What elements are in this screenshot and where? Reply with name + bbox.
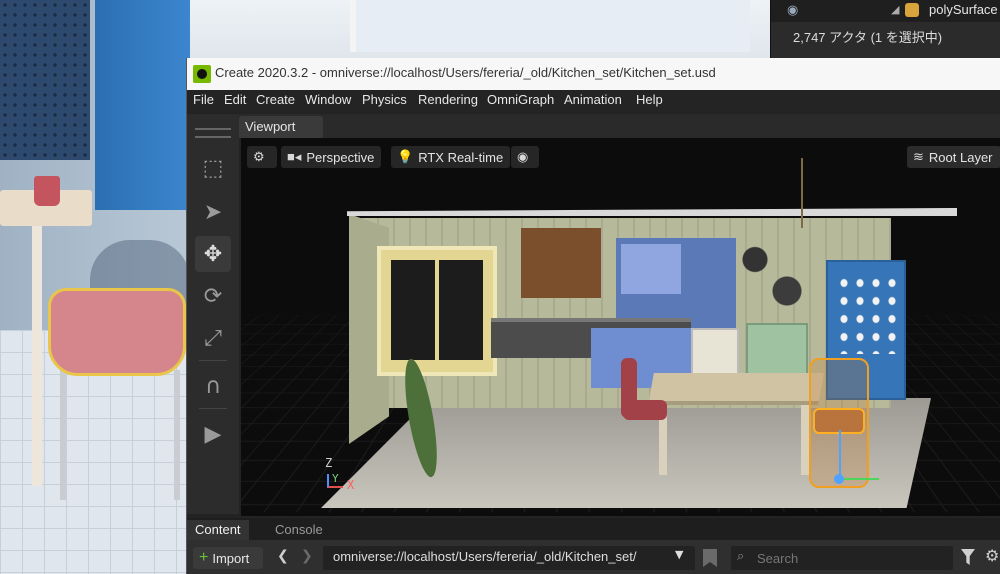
camera-icon: ■◂	[287, 149, 302, 164]
import-label: Import	[212, 550, 250, 566]
snap-magnet-icon[interactable]: ∩	[195, 368, 231, 404]
stage-panel: ◉ ◢ polySurface 2,747 アクタ (1 を選択中)	[770, 0, 1000, 58]
rotate-icon[interactable]: ⟳	[195, 278, 231, 314]
background-window	[350, 0, 750, 52]
import-button[interactable]: + Import	[193, 547, 263, 569]
viewport[interactable]: ⚙ ■◂ Perspective 💡 RTX Real-time ◉ ≋ Roo…	[241, 138, 1000, 516]
toolbar-divider	[199, 360, 227, 361]
kitchen-scene[interactable]	[291, 158, 957, 508]
search-icon: ⌕	[737, 549, 745, 564]
scale-icon[interactable]: ⤢	[195, 320, 231, 356]
forward-arrow-icon[interactable]: ❯	[301, 548, 313, 564]
content-tab-strip: Content Console	[187, 518, 1000, 540]
axis-x-label: X	[347, 478, 355, 492]
background-chair-seat-selected[interactable]	[48, 288, 186, 376]
play-icon[interactable]: ▶	[195, 416, 231, 452]
gear-icon: ⚙	[253, 149, 265, 164]
search-input[interactable]	[757, 548, 947, 568]
nvidia-logo-icon	[193, 65, 211, 83]
background-mug	[34, 176, 60, 206]
kitchen-window	[391, 260, 483, 360]
menu-bar: File Edit Create Window Physics Renderin…	[187, 90, 1000, 112]
move-icon[interactable]: ✥	[195, 236, 231, 272]
kitchen-antenna	[801, 158, 803, 228]
kitchen-curtain	[621, 244, 681, 294]
kitchen-cabinet	[521, 228, 601, 298]
select-box-icon[interactable]: ⬚	[195, 150, 231, 186]
camera-button[interactable]: ■◂ Perspective	[281, 146, 382, 168]
search-field[interactable]: ⌕	[731, 546, 953, 570]
path-value: omniverse://localhost/Users/fereria/_old…	[333, 549, 637, 564]
menu-window[interactable]: Window	[305, 92, 351, 107]
layers-icon: ≋	[913, 149, 924, 164]
background-fridge	[95, 0, 190, 210]
select-arrow-icon[interactable]: ➤	[195, 194, 231, 230]
axis-y-label: Y	[332, 472, 339, 485]
menu-omnigraph[interactable]: OmniGraph	[487, 92, 554, 107]
menu-rendering[interactable]: Rendering	[418, 92, 478, 107]
kitchen-table	[648, 373, 824, 405]
lightbulb-icon: 💡	[397, 149, 414, 164]
toolbar-grip[interactable]	[195, 128, 231, 138]
content-toolbar: + Import ❮ ❯ omniverse://localhost/Users…	[187, 540, 1000, 574]
renderer-label: RTX Real-time	[418, 149, 504, 165]
axis-z-label: Z	[325, 456, 333, 470]
menu-create[interactable]: Create	[256, 92, 295, 107]
bookmark-icon[interactable]	[703, 549, 717, 567]
window-title: Create 2020.3.2 - omniverse://localhost/…	[215, 65, 716, 80]
toolbar-divider	[199, 408, 227, 409]
menu-edit[interactable]: Edit	[224, 92, 246, 107]
stage-row[interactable]: ◉ ◢ polySurface	[771, 0, 1000, 22]
plus-icon: +	[199, 549, 209, 566]
background-table-leg	[32, 226, 42, 486]
viewport-tab-strip: Viewport	[239, 114, 1000, 138]
table-leg	[801, 405, 809, 475]
background-chair-frame	[60, 370, 180, 500]
root-layer-button[interactable]: ≋ Root Layer	[907, 146, 1000, 168]
tool-bar: ⬚ ➤ ✥ ⟳ ⤢ ∩ ▶	[187, 114, 239, 514]
gizmo-y-axis[interactable]	[839, 430, 841, 480]
expand-arrow-icon[interactable]: ◢	[891, 3, 899, 16]
back-arrow-icon[interactable]: ❮	[277, 548, 289, 564]
fridge-notes	[836, 274, 896, 354]
kitchen-pans	[731, 228, 811, 318]
tab-console[interactable]: Console	[267, 520, 331, 540]
gear-icon[interactable]: ⚙	[985, 546, 999, 565]
root-layer-label: Root Layer	[928, 149, 993, 165]
omniverse-create-window: Create 2020.3.2 - omniverse://localhost/…	[186, 58, 1000, 574]
mesh-icon	[905, 3, 919, 17]
background-pegboard	[0, 0, 90, 160]
viewport-settings-button[interactable]: ⚙	[247, 146, 277, 168]
chevron-down-icon[interactable]: ▼	[675, 548, 683, 561]
screen: { "background_window": { "stage": { "ite…	[0, 0, 1000, 574]
tab-viewport-label: Viewport	[245, 119, 296, 134]
menu-file[interactable]: File	[193, 92, 214, 107]
visibility-eye-icon[interactable]: ◉	[787, 3, 798, 18]
gizmo-x-axis[interactable]	[839, 478, 879, 480]
gizmo-center[interactable]	[834, 474, 844, 484]
stage-item-name[interactable]: polySurface	[929, 2, 998, 17]
renderer-button[interactable]: 💡 RTX Real-time	[391, 146, 511, 168]
tab-viewport[interactable]: Viewport	[239, 116, 323, 138]
stage-actor-count: 2,747 アクタ (1 を選択中)	[793, 30, 943, 45]
eye-icon: ◉	[517, 149, 529, 164]
title-bar[interactable]: Create 2020.3.2 - omniverse://localhost/…	[187, 58, 1000, 90]
filter-icon[interactable]	[961, 549, 975, 565]
kitchen-ceiling-edge	[347, 208, 957, 216]
camera-label: Perspective	[306, 149, 375, 165]
kitchen-chair-seat	[623, 400, 667, 420]
visibility-button[interactable]: ◉	[511, 146, 539, 168]
tab-content[interactable]: Content	[187, 520, 249, 540]
menu-physics[interactable]: Physics	[362, 92, 407, 107]
menu-help[interactable]: Help	[636, 92, 663, 107]
menu-animation[interactable]: Animation	[564, 92, 622, 107]
path-field[interactable]: omniverse://localhost/Users/fereria/_old…	[323, 546, 695, 570]
